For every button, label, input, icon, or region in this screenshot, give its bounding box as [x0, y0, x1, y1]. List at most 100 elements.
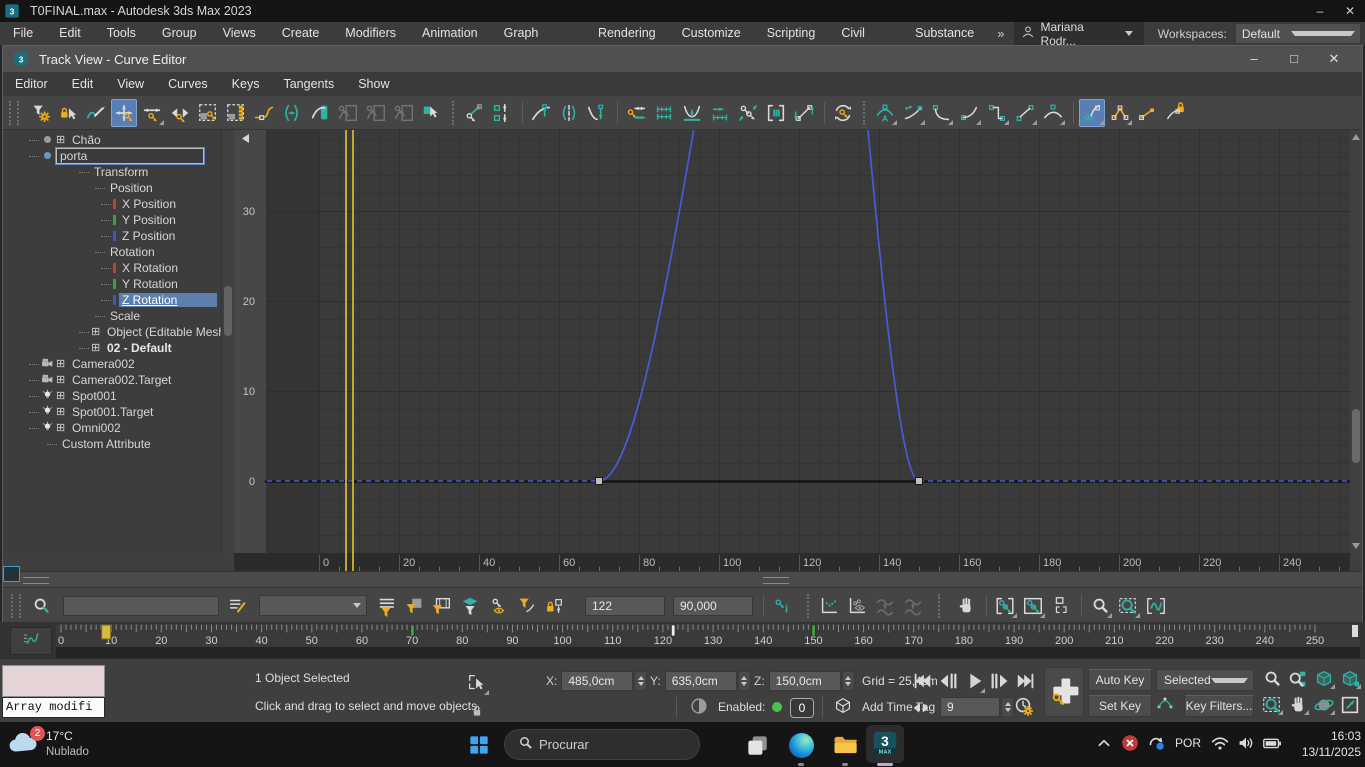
expand-icon[interactable]: ⊞ [56, 405, 69, 419]
show-selected-keys-icon[interactable] [485, 592, 511, 620]
clock[interactable]: 16:03 13/11/2025 [1302, 728, 1361, 760]
zoom-region-nav-icon[interactable] [1260, 693, 1284, 717]
tree-item[interactable]: Z Rotation [3, 292, 221, 308]
graph-vertical-scrollbar[interactable] [1350, 130, 1362, 553]
tangent-slow-icon[interactable] [956, 99, 982, 127]
default-in-out-tangents-icon[interactable] [1154, 693, 1178, 717]
mirror-keys-icon[interactable] [735, 99, 761, 127]
set-key-button[interactable]: Set Key [1088, 695, 1152, 717]
interactive-update-icon[interactable] [872, 592, 898, 620]
wifi-icon[interactable] [1207, 730, 1233, 756]
tree-item[interactable]: ⊞02 - Default [3, 340, 221, 356]
trackview-titlebar[interactable]: 3 Track View - Curve Editor – □ ✕ [3, 46, 1362, 73]
slide-keys-icon[interactable] [167, 99, 193, 127]
key-stats-icon[interactable]: i [769, 592, 795, 620]
trackview-close-button[interactable]: ✕ [1314, 46, 1354, 72]
antivirus-tray-icon[interactable] [1117, 730, 1143, 756]
zoom-value-extents-icon[interactable] [29, 592, 55, 620]
menu-item[interactable]: Substance [902, 22, 987, 45]
tree-item[interactable]: Custom Attribute [3, 436, 221, 452]
zoom-icon[interactable] [1087, 592, 1113, 620]
filter-keys-icon[interactable] [27, 99, 53, 127]
tree-item[interactable]: Scale [3, 308, 221, 324]
trackview-menu-item[interactable]: Show [346, 72, 401, 96]
tree-item[interactable]: ⊞Camera002 [3, 356, 221, 372]
maxscript-listener-input[interactable]: Array modifi [2, 697, 105, 718]
minimize-button[interactable]: – [1305, 0, 1335, 22]
menu-item[interactable]: Group [149, 22, 210, 45]
play-icon[interactable] [962, 667, 986, 695]
hidden-icons-button[interactable] [1091, 730, 1117, 756]
key-value-field[interactable]: 90,000 [673, 596, 753, 616]
frame-region-icon[interactable] [1048, 592, 1074, 620]
scroll-up-icon[interactable] [1352, 134, 1360, 140]
move-keys-icon[interactable] [111, 99, 137, 127]
start-button[interactable] [464, 730, 494, 760]
split-keys-icon[interactable] [556, 99, 582, 127]
auto-key-button[interactable]: Auto Key [1088, 669, 1152, 691]
edit-track-set-icon[interactable] [225, 592, 251, 620]
user-account-button[interactable]: Mariana Rodr... [1014, 22, 1143, 45]
key-time-field[interactable]: 122 [585, 596, 665, 616]
menu-item[interactable]: Animation [409, 22, 491, 45]
time-configuration-icon[interactable] [1012, 695, 1036, 719]
y-coordinate-field[interactable]: 635,0cm [665, 671, 737, 691]
graph-scrollbar-thumb[interactable] [1352, 409, 1360, 463]
trackview-menu-item[interactable]: Curves [156, 72, 220, 96]
zoom-extents-all-icon[interactable] [1338, 667, 1362, 691]
filter-layer-icon[interactable] [457, 592, 483, 620]
menu-item[interactable]: Scripting [754, 22, 829, 45]
fade-curve-icon[interactable] [584, 99, 610, 127]
lock-filter-icon[interactable] [541, 592, 567, 620]
graph-horizontal-scrollbar[interactable] [3, 571, 1362, 587]
key-filters-button[interactable]: Key Filters... [1184, 695, 1254, 717]
menu-overflow-icon[interactable]: » [987, 26, 1014, 41]
expand-icon[interactable]: ⊞ [56, 421, 69, 435]
tree-scrollbar-thumb[interactable] [224, 286, 232, 336]
zero-weight-button[interactable]: 0 [790, 698, 814, 718]
show-all-tangents-icon[interactable] [1107, 99, 1133, 127]
tree-item[interactable]: ⊞Chão [3, 132, 221, 148]
curve-graph[interactable]: 3020100 [234, 130, 1350, 553]
3dsmax-taskbar-button[interactable]: 3MAX [866, 725, 904, 763]
tree-item[interactable]: Position [3, 180, 221, 196]
space-keys-icon[interactable] [651, 99, 677, 127]
selection-lock-icon[interactable] [464, 697, 490, 725]
show-tangents-icon[interactable] [1079, 99, 1105, 127]
frame-horizontal-icon[interactable] [992, 592, 1018, 620]
x-coordinate-field[interactable]: 485,0cm [561, 671, 633, 691]
language-indicator[interactable]: POR [1175, 736, 1201, 750]
z-coordinate-field[interactable]: 150,0cm [769, 671, 841, 691]
ramp-keys-icon[interactable] [791, 99, 817, 127]
trackview-maximize-button[interactable]: □ [1274, 46, 1314, 72]
zoom-all-icon[interactable] [1286, 667, 1310, 691]
key-mode-dropdown[interactable]: Selected [1156, 669, 1254, 691]
tree-item[interactable]: X Rotation [3, 260, 221, 276]
isolate-curve-icon[interactable] [391, 99, 417, 127]
tangent-smooth-icon[interactable] [1040, 99, 1066, 127]
tree-item[interactable]: ⊞Spot001 [3, 388, 221, 404]
menu-item[interactable]: Rendering [585, 22, 669, 45]
align-keys-icon[interactable] [489, 99, 515, 127]
workspace-dropdown[interactable]: Default [1235, 23, 1361, 44]
tree-item[interactable]: ⊞Omni002 [3, 420, 221, 436]
lock-tangents-icon[interactable] [1163, 99, 1189, 127]
mini-curve-editor-button[interactable] [10, 627, 52, 655]
expand-icon[interactable]: ⊞ [56, 389, 69, 403]
tangent-spline-icon[interactable] [900, 99, 926, 127]
tangent-auto-icon[interactable]: A [872, 99, 898, 127]
filter-active-icon[interactable] [373, 592, 399, 620]
tangent-fast-icon[interactable] [928, 99, 954, 127]
draw-curves-icon[interactable] [83, 99, 109, 127]
weather-widget[interactable]: 2 17°C Nublado [6, 726, 89, 763]
tree-item[interactable]: Transform [3, 164, 221, 180]
snap-frames-icon[interactable] [461, 99, 487, 127]
menu-item[interactable]: Modifiers [332, 22, 409, 45]
y-spinner[interactable] [738, 671, 751, 691]
trackview-minimize-button[interactable]: – [1234, 46, 1274, 72]
menu-item[interactable]: Graph Editors [491, 22, 585, 45]
expand-icon[interactable]: ⊞ [91, 341, 104, 355]
time-tag-icon[interactable] [832, 695, 856, 719]
tree-item[interactable]: Z Position [3, 228, 221, 244]
go-to-start-icon[interactable] [910, 667, 934, 695]
